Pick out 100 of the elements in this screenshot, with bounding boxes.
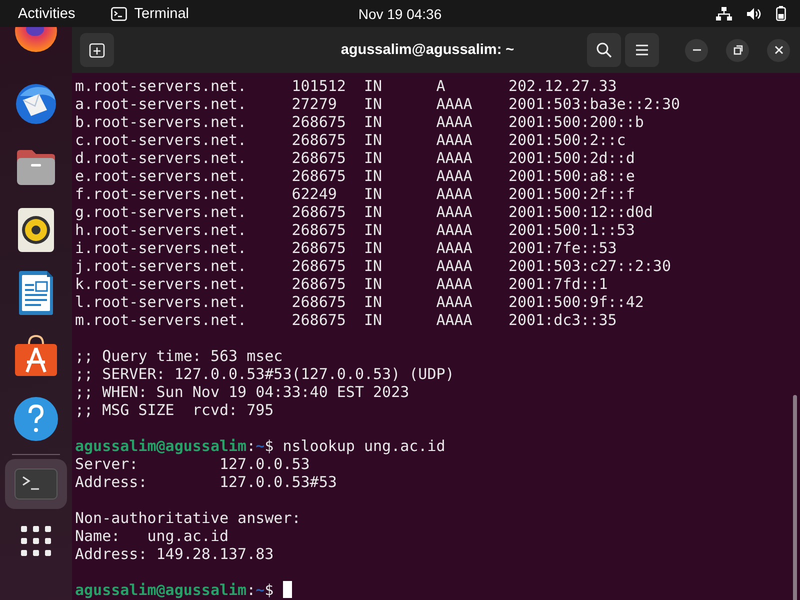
output-line: Server: 127.0.0.53 (75, 455, 310, 473)
record-class: IN (364, 203, 384, 221)
record-class: IN (364, 239, 384, 257)
record-data: 2001:7fe::53 (508, 239, 617, 257)
record-type: A (436, 77, 446, 95)
record-data: 2001:500:200::b (508, 113, 644, 131)
record-type: AAAA (436, 275, 474, 293)
prompt-path: ~ (256, 581, 265, 599)
new-tab-icon (89, 42, 105, 58)
record-name: f.root-servers.net. (75, 185, 248, 203)
network-icon[interactable] (716, 6, 732, 20)
output-line: ;; WHEN: Sun Nov 19 04:33:40 EST 2023 (75, 383, 410, 401)
prompt-user: agussalim@agussalim (75, 581, 247, 599)
record-class: IN (364, 77, 384, 95)
output-line: ;; SERVER: 127.0.0.53#53(127.0.0.53) (UDP) (75, 365, 454, 383)
record-ttl: 268675 (292, 203, 347, 221)
record-name: m.root-servers.net. (75, 311, 248, 329)
record-name: j.root-servers.net. (75, 257, 248, 275)
record-name: b.root-servers.net. (75, 113, 248, 131)
record-class: IN (364, 167, 384, 185)
record-name: l.root-servers.net. (75, 293, 248, 311)
app-grid-icon[interactable] (20, 524, 52, 556)
record-name: e.root-servers.net. (75, 167, 248, 185)
clock[interactable]: Nov 19 04:36 (345, 6, 455, 22)
record-class: IN (364, 293, 384, 311)
record-data: 2001:503:ba3e::2:30 (508, 95, 680, 113)
record-name: m.root-servers.net. (75, 77, 248, 95)
window-title: agussalim@agussalim: ~ (340, 42, 516, 58)
record-data: 202.12.27.33 (508, 77, 617, 95)
record-type: AAAA (436, 221, 474, 239)
scrollbar[interactable] (793, 395, 797, 600)
record-data: 2001:503:c27::2:30 (508, 257, 671, 275)
output-line: ;; Query time: 563 msec (75, 347, 283, 365)
record-data: 2001:7fd::1 (508, 275, 608, 293)
bird-envelope-icon[interactable] (14, 82, 58, 126)
record-ttl: 268675 (292, 293, 347, 311)
record-data: 2001:500:a8::e (508, 167, 635, 185)
search-icon (596, 42, 612, 58)
record-class: IN (364, 113, 384, 131)
record-data: 2001:500:1::53 (508, 221, 635, 239)
battery-icon[interactable] (776, 6, 786, 21)
record-type: AAAA (436, 149, 474, 167)
terminal-icon[interactable] (14, 468, 58, 500)
record-type: AAAA (436, 131, 474, 149)
record-name: i.root-servers.net. (75, 239, 248, 257)
search-button[interactable] (587, 33, 621, 67)
record-name: h.root-servers.net. (75, 221, 248, 239)
record-class: IN (364, 221, 384, 239)
record-type: AAAA (436, 257, 474, 275)
record-ttl: 268675 (292, 239, 347, 257)
record-class: IN (364, 257, 384, 275)
prompt-separator: : (246, 437, 256, 455)
shopping-bag-icon[interactable] (13, 334, 59, 378)
record-data: 2001:dc3::35 (508, 311, 617, 329)
record-name: a.root-servers.net. (75, 95, 248, 113)
record-data: 2001:500:12::d0d (508, 203, 653, 221)
app-name: Terminal (134, 6, 190, 22)
prompt-user: agussalim@agussalim (75, 437, 247, 455)
record-class: IN (364, 131, 384, 149)
prompt-path: ~ (256, 437, 265, 455)
record-ttl: 268675 (292, 167, 347, 185)
record-type: AAAA (436, 95, 474, 113)
speaker-icon[interactable] (17, 206, 55, 252)
output-line: Address: 149.28.137.83 (75, 545, 274, 563)
prompt-separator: : (246, 581, 256, 599)
record-ttl: 268675 (292, 221, 347, 239)
record-ttl: 27279 (292, 95, 338, 113)
record-type: AAAA (436, 203, 474, 221)
record-name: g.root-servers.net. (75, 203, 248, 221)
volume-icon[interactable] (746, 6, 762, 20)
record-ttl: 62249 (292, 185, 338, 203)
record-class: IN (364, 185, 384, 203)
app-menu[interactable]: Terminal (111, 6, 190, 22)
new-tab-button[interactable] (80, 33, 114, 67)
record-ttl: 268675 (292, 275, 347, 293)
maximize-button[interactable] (726, 38, 749, 62)
record-name: d.root-servers.net. (75, 149, 248, 167)
record-class: IN (364, 311, 384, 329)
record-data: 2001:500:2d::d (508, 149, 635, 167)
menu-button[interactable] (625, 33, 659, 67)
prompt-symbol: $ (264, 581, 274, 599)
record-class: IN (364, 149, 384, 167)
close-button[interactable] (767, 38, 790, 62)
menu-icon (635, 44, 649, 56)
minimize-button[interactable] (685, 38, 708, 62)
prompt-symbol: $ (264, 437, 274, 455)
record-name: k.root-servers.net. (75, 275, 248, 293)
activities-button[interactable]: Activities (18, 6, 76, 22)
record-class: IN (364, 95, 384, 113)
record-ttl: 268675 (292, 131, 347, 149)
help-icon[interactable] (13, 396, 59, 442)
output-line: Non-authoritative answer: (75, 509, 301, 527)
output-line: Address: 127.0.0.53#53 (75, 473, 337, 491)
document-icon[interactable] (17, 270, 55, 316)
record-type: AAAA (436, 293, 474, 311)
minimize-icon (692, 49, 700, 51)
terminal-icon (111, 6, 128, 20)
record-type: AAAA (436, 239, 474, 257)
output-line: ;; MSG SIZE rcvd: 795 (75, 401, 274, 419)
record-ttl: 268675 (292, 113, 347, 131)
